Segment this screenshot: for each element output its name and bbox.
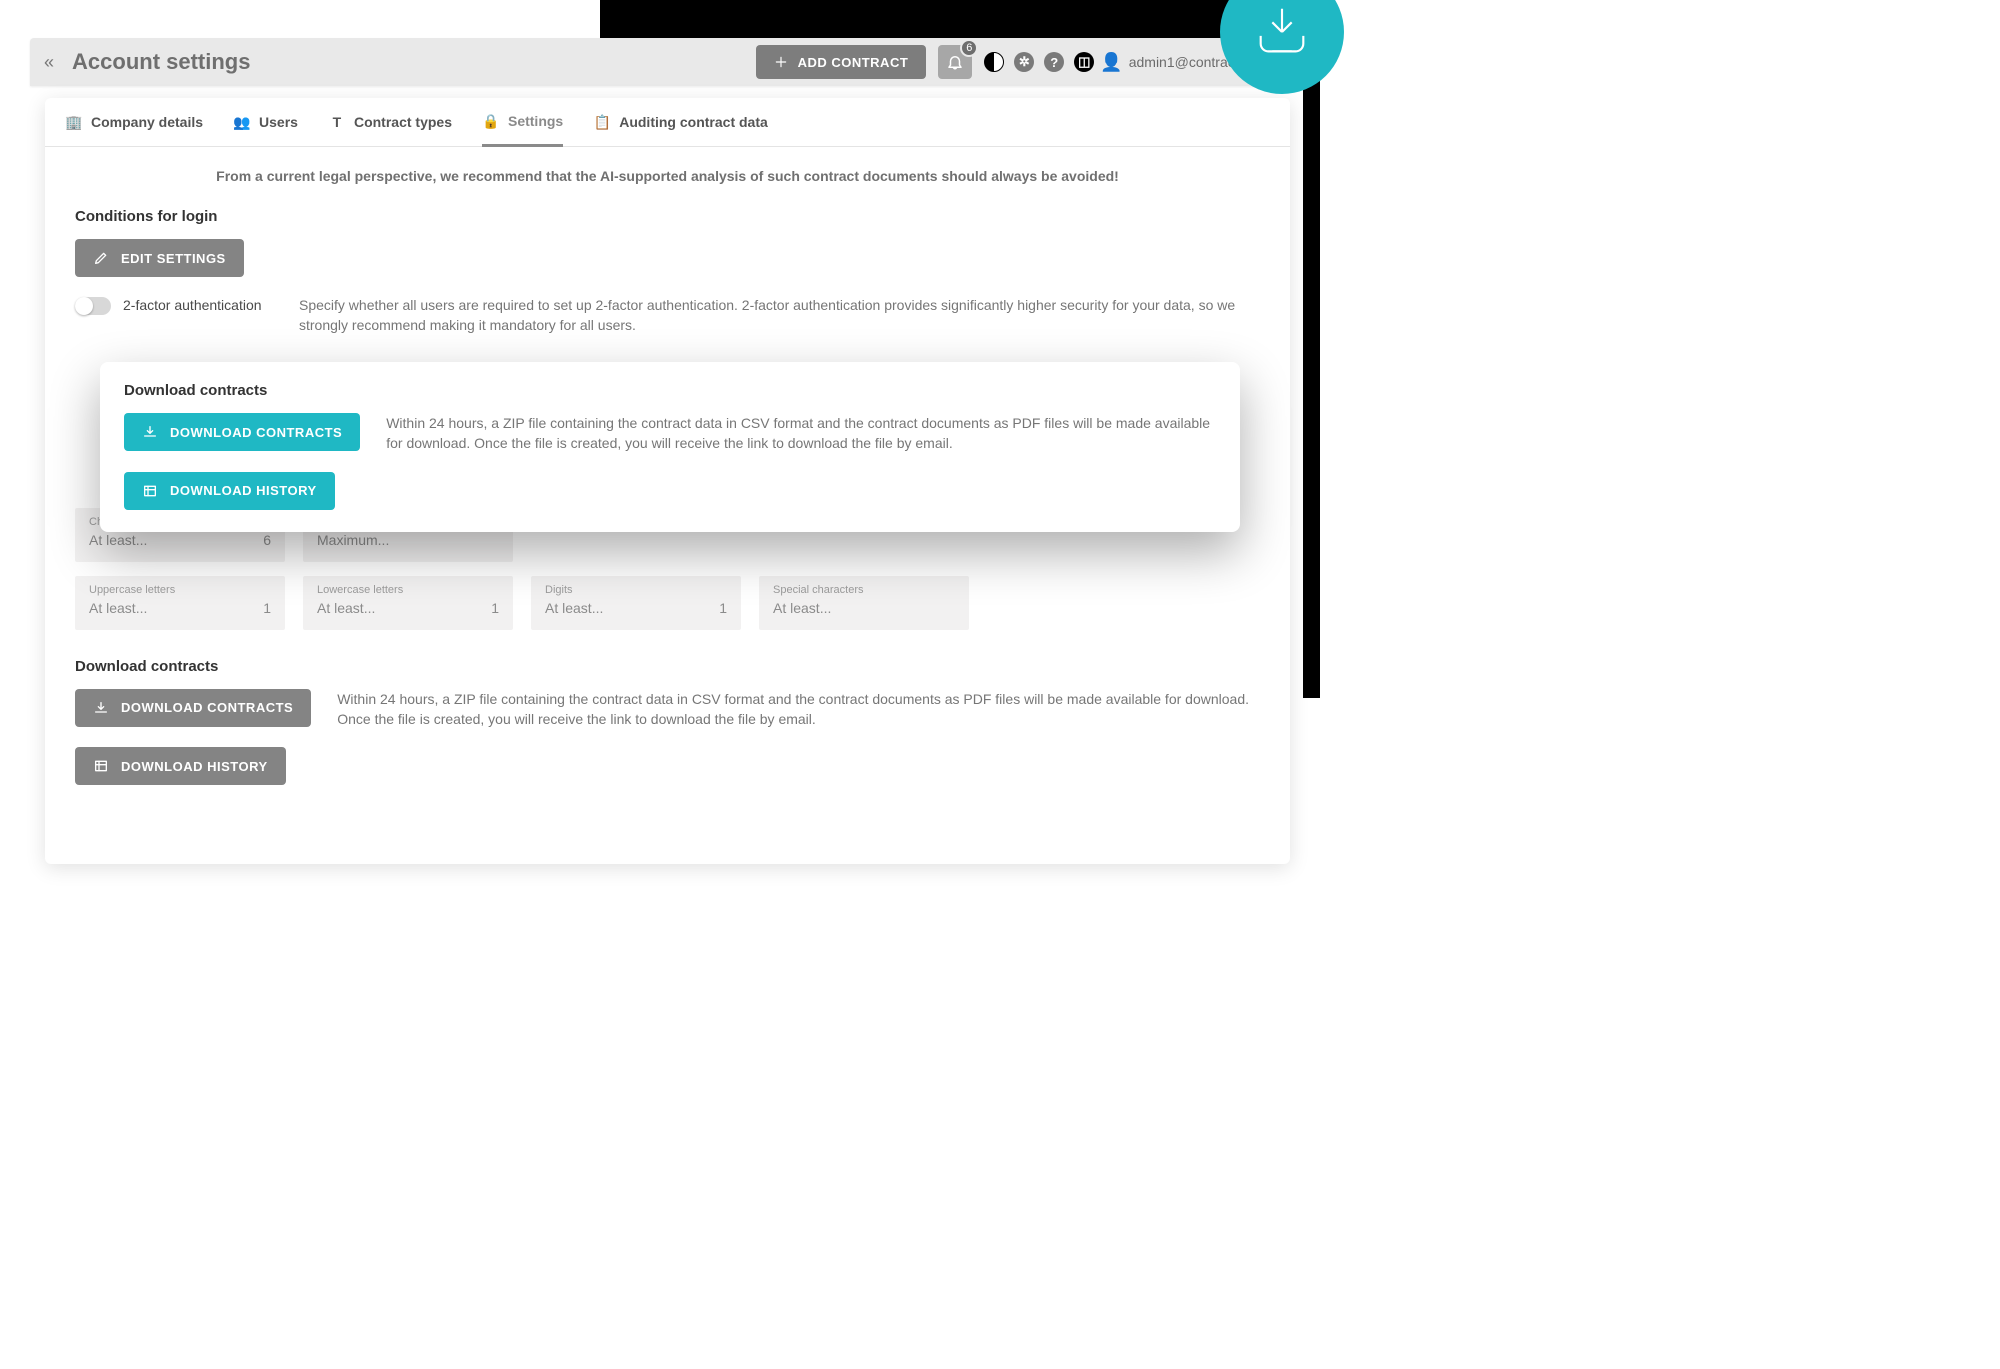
download-contracts-button[interactable]: DOWNLOAD CONTRACTS [75, 689, 311, 727]
add-contract-button[interactable]: ADD CONTRACT [756, 45, 927, 79]
add-contract-label: ADD CONTRACT [798, 55, 909, 70]
rule-lowercase: Lowercase letters At least...1 [303, 576, 513, 630]
highlight-heading: Download contracts [124, 382, 1216, 399]
tab-company-details[interactable]: 🏢Company details [65, 112, 203, 146]
download-contracts-button-highlight[interactable]: DOWNLOAD CONTRACTS [124, 413, 360, 451]
twofa-label: 2-factor authentication [123, 297, 262, 313]
download-history-button[interactable]: DOWNLOAD HISTORY [75, 747, 286, 785]
edit-settings-button[interactable]: EDIT SETTINGS [75, 239, 244, 277]
notifications-button[interactable]: 6 [938, 45, 972, 79]
tabs: 🏢Company details 👥Users TContract types … [45, 98, 1290, 147]
building-icon: 🏢 [65, 113, 83, 131]
app-bar: « Account settings ADD CONTRACT 6 ✲ ? ◫ … [30, 38, 1290, 86]
password-rules-row2: Uppercase letters At least...1 Lowercase… [75, 576, 1260, 630]
toolbar-icons: ✲ ? ◫ [984, 52, 1094, 72]
users-icon: 👥 [233, 113, 251, 131]
download-contracts-highlight-panel: Download contracts DOWNLOAD CONTRACTS Wi… [100, 362, 1240, 532]
twofa-description: Specify whether all users are required t… [299, 295, 1260, 336]
browser-chrome-top [600, 0, 1320, 38]
page-title: Account settings [72, 49, 756, 75]
language-icon[interactable]: ✲ [1014, 52, 1034, 72]
tab-settings[interactable]: 🔒Settings [482, 112, 563, 147]
help-icon[interactable]: ? [1044, 52, 1064, 72]
ai-recommendation-note: From a current legal perspective, we rec… [75, 168, 1260, 184]
rule-special: Special characters At least... [759, 576, 969, 630]
download-history-button-highlight[interactable]: DOWNLOAD HISTORY [124, 472, 335, 510]
rule-digits: Digits At least...1 [531, 576, 741, 630]
type-icon: T [328, 113, 346, 131]
docs-icon[interactable]: ◫ [1074, 52, 1094, 72]
tab-contract-types[interactable]: TContract types [328, 112, 452, 146]
notification-badge: 6 [960, 39, 978, 57]
highlight-description: Within 24 hours, a ZIP file containing t… [386, 413, 1216, 454]
download-contracts-heading: Download contracts [75, 658, 1260, 675]
rule-uppercase: Uppercase letters At least...1 [75, 576, 285, 630]
contrast-icon[interactable] [984, 52, 1004, 72]
browser-chrome-right [1303, 38, 1320, 698]
login-conditions-heading: Conditions for login [75, 208, 1260, 225]
download-contracts-description: Within 24 hours, a ZIP file containing t… [337, 689, 1260, 730]
collapse-icon[interactable]: « [44, 52, 54, 73]
tab-users[interactable]: 👥Users [233, 112, 298, 146]
twofa-toggle[interactable] [75, 297, 111, 315]
lock-icon: 🔒 [482, 112, 500, 130]
tab-auditing[interactable]: 📋Auditing contract data [593, 112, 768, 146]
avatar-icon[interactable]: 👤 [1100, 52, 1122, 73]
clipboard-icon: 📋 [593, 113, 611, 131]
